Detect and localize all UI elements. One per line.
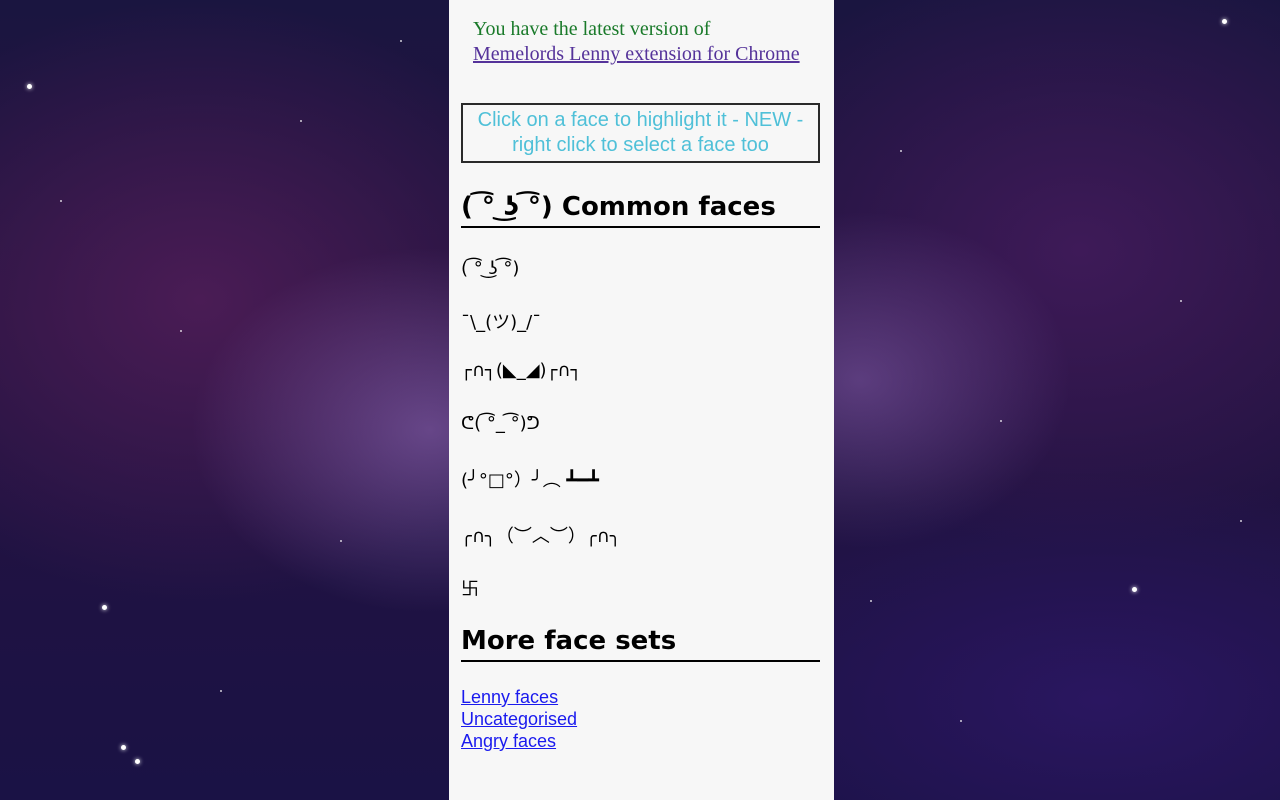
star [900,150,902,152]
face-item-symbol[interactable]: 卐 [461,575,479,601]
star [1132,587,1137,592]
lenny-faces-link[interactable]: Lenny faces [461,686,577,708]
star [1222,19,1227,24]
star [400,40,402,42]
extension-popup: You have the latest version of Memelords… [449,0,834,800]
star [1180,300,1182,302]
face-item-flex[interactable]: ᕦ( ͡°_ ͡°)ᕤ [461,413,540,434]
face-set-links: Lenny faces Uncategorised Angry faces [461,686,577,752]
face-item-table-flip[interactable]: (╯°□°）╯︵ ┻━┻ [461,466,599,492]
face-item-lenny[interactable]: ( ͡° ͜ʖ ͡°) [461,258,519,279]
star [121,745,126,750]
angry-faces-link[interactable]: Angry faces [461,730,577,752]
star [60,200,62,202]
star [300,120,302,122]
more-sets-heading: More face sets [461,626,820,662]
common-faces-heading: ( ͡° ͜ʖ ͡°) Common faces [461,192,820,228]
star [180,330,182,332]
star [870,600,872,602]
hint-box: Click on a face to highlight it - NEW - … [461,103,820,163]
version-notice: You have the latest version of Memelords… [473,17,823,67]
star [102,605,107,610]
star [340,540,342,542]
extension-link[interactable]: Memelords Lenny extension for Chrome [473,43,800,65]
face-item-shrug[interactable]: ¯\_(ツ)_/¯ [461,308,541,334]
star [135,759,140,764]
uncategorised-link[interactable]: Uncategorised [461,708,577,730]
star [960,720,962,722]
star [1240,520,1242,522]
face-item-middle-fingers[interactable]: ╭∩╮（︶︿︶）╭∩╮ [461,522,621,548]
version-text: You have the latest version of [473,18,711,40]
face-item-angry-fingers[interactable]: ┌∩┐(◣_◢)┌∩┐ [461,360,581,381]
star [1000,420,1002,422]
star [220,690,222,692]
star [27,84,32,89]
